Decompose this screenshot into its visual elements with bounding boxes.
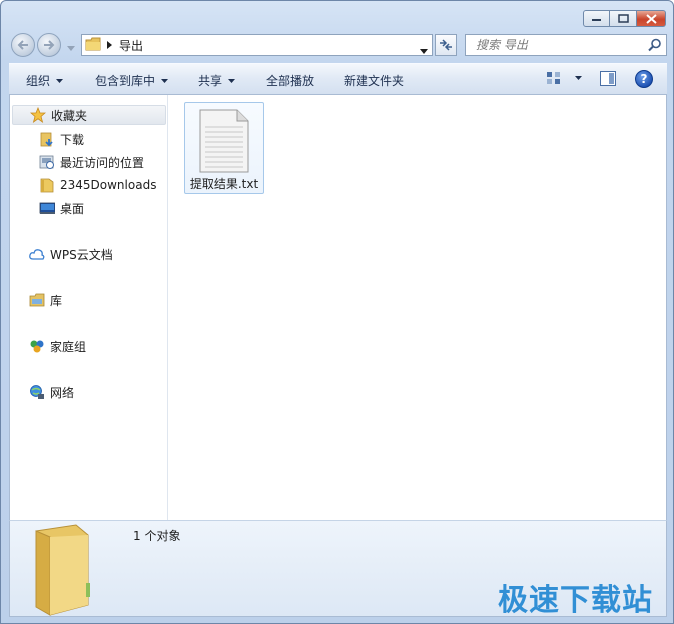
sidebar-item-label: 最近访问的位置: [60, 155, 145, 170]
sidebar-item-label: 桌面: [60, 201, 85, 216]
sidebar-item-label: 库: [50, 293, 63, 308]
minimize-icon: [591, 18, 601, 21]
preview-pane-button[interactable]: [600, 71, 616, 89]
change-view-button[interactable]: [546, 71, 582, 85]
sidebar-item-label: 家庭组: [50, 339, 87, 354]
library-icon: [28, 291, 46, 309]
navigation-bar: 导出: [11, 31, 667, 59]
network-icon: [28, 383, 46, 401]
breadcrumb-separator-icon[interactable]: [107, 38, 112, 52]
explorer-window: 导出 组织 包含到库中 共享: [0, 0, 674, 624]
file-name: 提取结果.txt: [189, 177, 259, 191]
organize-menu[interactable]: 组织: [26, 72, 64, 89]
chevron-down-icon: [56, 78, 64, 83]
close-icon: [645, 13, 657, 24]
share-label: 共享: [198, 74, 223, 88]
help-button[interactable]: ?: [635, 70, 653, 88]
chevron-down-icon: [575, 76, 582, 80]
help-icon: ?: [640, 72, 648, 86]
play-all-label: 全部播放: [266, 74, 315, 88]
back-arrow-icon: [17, 40, 28, 50]
sidebar-item-label: 下载: [60, 132, 85, 147]
breadcrumb-current-folder[interactable]: 导出: [119, 37, 143, 54]
site-watermark: 极速下载站: [498, 583, 653, 618]
chevron-down-icon: [420, 49, 428, 54]
share-menu[interactable]: 共享: [198, 72, 236, 89]
sidebar-item-label: 收藏夹: [51, 108, 88, 123]
folder-icon: [35, 524, 90, 616]
sidebar-item-network[interactable]: 网络: [28, 382, 74, 402]
maximize-icon: [617, 14, 629, 23]
content-area: 收藏夹 下载 最近访问的位置 2345Downloads 桌面 WPS云文档 库…: [9, 95, 667, 520]
download-folder-icon: [38, 130, 56, 148]
address-dropdown[interactable]: [420, 43, 428, 57]
search-icon[interactable]: [648, 38, 662, 55]
view-tiles-icon: [547, 72, 560, 84]
address-bar[interactable]: 导出: [81, 34, 433, 56]
back-button[interactable]: [11, 33, 35, 57]
chevron-down-icon: [67, 46, 75, 51]
sidebar-item-label: WPS云文档: [50, 247, 113, 262]
play-all-button[interactable]: 全部播放: [266, 72, 314, 89]
maximize-button[interactable]: [610, 10, 637, 27]
sidebar-item-label: 2345Downloads: [60, 178, 157, 192]
forward-button[interactable]: [37, 33, 61, 57]
chevron-down-icon: [228, 78, 236, 83]
sidebar-item-2345downloads[interactable]: 2345Downloads: [38, 175, 156, 195]
search-box[interactable]: [465, 34, 667, 56]
close-button[interactable]: [637, 10, 666, 27]
desktop-icon: [38, 199, 56, 217]
organize-label: 组织: [26, 74, 51, 88]
include-in-library-label: 包含到库中: [95, 74, 156, 88]
search-input[interactable]: [466, 35, 642, 55]
folder-icon: [38, 176, 56, 194]
text-document-icon: [199, 109, 249, 173]
sidebar-item-recent-places[interactable]: 最近访问的位置: [38, 152, 144, 172]
recent-pages-dropdown[interactable]: [67, 41, 75, 55]
sidebar-item-label: 网络: [50, 385, 75, 400]
refresh-icon: [440, 39, 452, 51]
command-bar: 组织 包含到库中 共享 全部播放 新建文件夹 ?: [9, 63, 667, 95]
chevron-down-icon: [161, 78, 169, 83]
star-icon: [29, 106, 47, 124]
folder-icon: [85, 37, 101, 54]
new-folder-label: 新建文件夹: [344, 74, 405, 88]
caption-buttons: [583, 10, 666, 27]
refresh-button[interactable]: [435, 34, 457, 56]
sidebar-item-homegroup[interactable]: 家庭组: [28, 336, 86, 356]
item-count: 1 个对象: [133, 529, 181, 543]
sidebar-item-libraries[interactable]: 库: [28, 290, 62, 310]
sidebar-item-wps-cloud[interactable]: WPS云文档: [28, 244, 113, 264]
sidebar-item-desktop[interactable]: 桌面: [38, 198, 84, 218]
minimize-button[interactable]: [583, 10, 610, 27]
navigation-pane: 收藏夹 下载 最近访问的位置 2345Downloads 桌面 WPS云文档 库…: [10, 95, 168, 520]
sidebar-item-favorites[interactable]: 收藏夹: [12, 105, 166, 125]
recent-places-icon: [38, 153, 56, 171]
homegroup-icon: [28, 337, 46, 355]
new-folder-button[interactable]: 新建文件夹: [344, 72, 404, 89]
preview-pane-icon: [600, 71, 616, 86]
include-in-library-menu[interactable]: 包含到库中: [95, 72, 169, 89]
file-item[interactable]: 提取结果.txt: [184, 102, 264, 194]
sidebar-item-downloads[interactable]: 下载: [38, 129, 84, 149]
forward-arrow-icon: [44, 40, 55, 50]
cloud-icon: [28, 245, 46, 263]
